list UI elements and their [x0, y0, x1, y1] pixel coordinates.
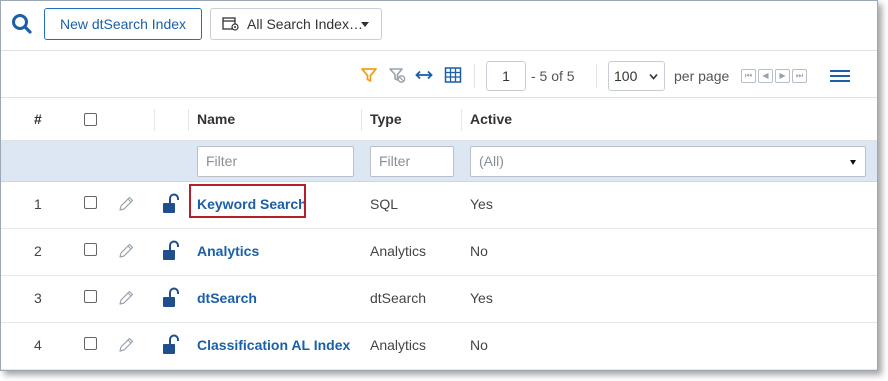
table-row: 2 Analytics Analytics No: [1, 229, 877, 276]
index-name-link[interactable]: Classification AL Index: [197, 337, 350, 353]
column-separator: [188, 109, 189, 131]
index-name-link[interactable]: Analytics: [197, 243, 259, 259]
index-name-link[interactable]: Keyword Search: [197, 196, 307, 212]
views-icon: [222, 17, 239, 31]
hamburger-menu-icon[interactable]: [829, 69, 851, 83]
views-dropdown[interactable]: All Search Index…: [210, 8, 382, 40]
column-header-name[interactable]: Name: [197, 111, 235, 127]
index-type: Analytics: [370, 243, 427, 259]
index-active: Yes: [470, 196, 493, 212]
edit-pencil-icon[interactable]: [117, 242, 135, 260]
row-number: 3: [34, 290, 42, 306]
unlocked-lock-icon[interactable]: [161, 287, 181, 309]
edit-pencil-icon[interactable]: [117, 289, 135, 307]
toolbar-divider: [596, 64, 597, 88]
active-filter-select[interactable]: (All): [470, 146, 866, 177]
caret-down-icon: [850, 160, 856, 165]
page-range-text: - 5 of 5: [531, 68, 575, 84]
row-checkbox[interactable]: [84, 196, 97, 209]
column-separator: [361, 109, 362, 131]
current-page-input[interactable]: 1: [486, 61, 526, 91]
unlocked-lock-icon[interactable]: [161, 334, 181, 356]
index-name-link[interactable]: dtSearch: [197, 290, 257, 306]
expand-width-icon[interactable]: [415, 66, 433, 84]
unlocked-lock-icon[interactable]: [161, 240, 181, 262]
column-header-active[interactable]: Active: [470, 111, 512, 127]
per-page-label: per page: [674, 68, 730, 84]
index-type: dtSearch: [370, 290, 427, 306]
active-filter-value: (All): [479, 153, 504, 169]
clear-filter-icon[interactable]: [388, 66, 406, 84]
last-page-button[interactable]: ⏭: [792, 69, 807, 83]
row-number: 2: [34, 243, 42, 259]
column-header-type[interactable]: Type: [370, 111, 402, 127]
row-checkbox[interactable]: [84, 243, 97, 256]
select-all-checkbox[interactable]: [84, 113, 97, 126]
column-separator: [461, 109, 462, 131]
edit-pencil-icon[interactable]: [117, 336, 135, 354]
per-page-select[interactable]: 100: [608, 61, 665, 91]
row-checkbox[interactable]: [84, 337, 97, 350]
row-number: 1: [34, 196, 42, 212]
index-active: No: [470, 243, 488, 259]
views-dropdown-label: All Search Index…: [247, 16, 363, 32]
unlocked-lock-icon[interactable]: [161, 193, 181, 215]
next-page-button[interactable]: ▶: [775, 69, 790, 83]
table-row: 1 Keyword Search SQL Yes: [1, 182, 877, 229]
new-dtsearch-index-button[interactable]: New dtSearch Index: [44, 8, 202, 40]
prev-page-button[interactable]: ◀: [758, 69, 773, 83]
row-number: 4: [34, 337, 42, 353]
pager-bar: 1 - 5 of 5 100 per page ⏮ ◀ ▶ ⏭: [1, 52, 877, 98]
edit-pencil-icon[interactable]: [117, 195, 135, 213]
table-header: # Name Type Active: [1, 99, 877, 141]
column-separator: [154, 109, 155, 131]
index-type: Analytics: [370, 337, 427, 353]
index-active: No: [470, 337, 488, 353]
filter-row: Filter Filter (All): [1, 141, 877, 182]
first-page-button[interactable]: ⏮: [741, 69, 756, 83]
toolbar-divider: [474, 64, 475, 88]
caret-down-icon: [361, 22, 369, 27]
search-indexes-panel: New dtSearch Index All Search Index… 1 -…: [0, 0, 878, 371]
column-header-number[interactable]: #: [34, 111, 42, 127]
row-checkbox[interactable]: [84, 290, 97, 303]
top-toolbar: New dtSearch Index All Search Index…: [1, 1, 877, 51]
per-page-value: 100: [614, 68, 638, 84]
index-type: SQL: [370, 196, 399, 212]
table-row: 3 dtSearch dtSearch Yes: [1, 276, 877, 323]
type-filter-input[interactable]: Filter: [370, 146, 454, 177]
grid-icon[interactable]: [444, 66, 462, 84]
index-active: Yes: [470, 290, 493, 306]
search-icon[interactable]: [11, 13, 33, 35]
chevron-down-icon: [649, 73, 658, 80]
name-filter-input[interactable]: Filter: [197, 146, 354, 177]
filter-icon[interactable]: [360, 66, 378, 84]
table-row: 4 Classification AL Index Analytics No: [1, 323, 877, 370]
